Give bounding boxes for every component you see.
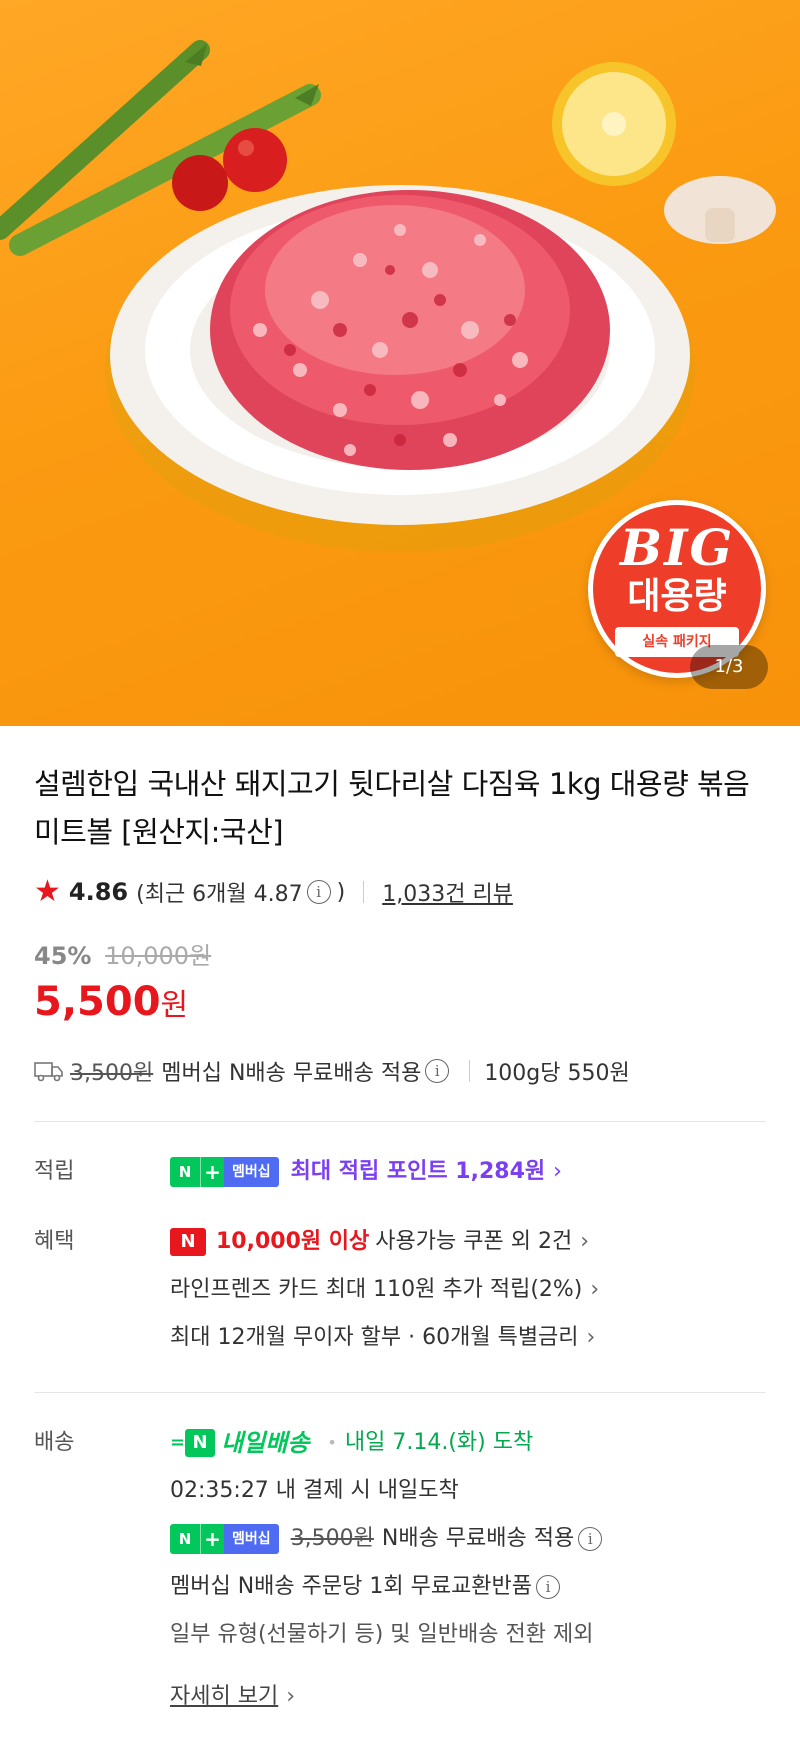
chevron-right-icon: › — [553, 1159, 562, 1184]
badge-big-text: BIG — [619, 518, 735, 577]
discount-percent: 45% — [34, 942, 92, 970]
section-divider — [34, 1121, 766, 1122]
speed-lines-icon: = — [170, 1432, 185, 1453]
info-icon[interactable]: i — [306, 880, 331, 904]
benefits-row: 혜택 N 10,000원 이상 사용가능 쿠폰 외 2건 › 라인프렌즈 카드 … — [34, 1218, 766, 1362]
next-day-delivery-text: 내일배송 — [221, 1429, 310, 1457]
card-benefit-link[interactable]: 라인프렌즈 카드 최대 110원 추가 적립(2%) › — [170, 1266, 766, 1314]
shipping-text: 멤버십 N배송 무료배송 적용 — [161, 1061, 422, 1086]
more-details-link-row[interactable]: 자세히 보기 › — [170, 1673, 766, 1721]
badge-volume-text: 대용량 — [627, 576, 727, 617]
benefit-details: 적립 N + 멤버십 최대 적립 포인트 1,284원 › 혜택 N 10,00… — [0, 1148, 800, 1362]
free-shipping-text: N배송 무료배송 적용 — [381, 1526, 575, 1551]
plus-icon: + — [200, 1524, 224, 1554]
coupon-text: 사용가능 쿠폰 외 2건 — [375, 1229, 573, 1254]
more-details-link[interactable]: 자세히 보기 — [170, 1673, 278, 1721]
max-points-text: 최대 적립 포인트 1,284원 — [290, 1159, 546, 1184]
product-title: 설렘한입 국내산 돼지고기 뒷다리살 다짐육 1kg 대용량 볶음 미트볼 [원… — [34, 767, 750, 849]
delivery-details: 배송 = N 내일배송 • 내일 7.14.(화) 도착 02:35:27 내 … — [0, 1419, 800, 1721]
chevron-right-icon: › — [580, 1229, 589, 1254]
rating-row: ★ 4.86 (최근 6개월 4.87 i ) 1,033건 리뷰 — [34, 876, 766, 908]
sale-price-unit: 원 — [160, 988, 189, 1023]
chevron-right-icon: › — [586, 1325, 596, 1350]
product-image-carousel[interactable]: BIG 대용량 실속 패키지 1/3 — [0, 0, 800, 726]
naver-n-icon: N — [185, 1429, 216, 1457]
dot-separator: • — [327, 1433, 337, 1452]
product-info: 설렘한입 국내산 돼지고기 뒷다리살 다짐육 1kg 대용량 볶음 미트볼 [원… — [0, 760, 800, 1087]
truck-icon — [34, 1062, 63, 1082]
shipping-row: 3,500원 멤버십 N배송 무료배송 적용 i 100g당 550원 — [34, 1055, 766, 1087]
unit-price: 100g당 550원 — [484, 1061, 630, 1086]
star-icon: ★ — [34, 874, 61, 909]
shipping-fee-original: 3,500원 — [70, 1061, 154, 1086]
coupon-link[interactable]: N 10,000원 이상 사용가능 쿠폰 외 2건 › — [170, 1218, 766, 1266]
carousel-page-indicator: 1/3 — [690, 645, 768, 689]
points-link[interactable]: N + 멤버십 최대 적립 포인트 1,284원 › — [170, 1148, 766, 1196]
naver-n-icon: N — [170, 1157, 200, 1187]
discount-row: 45% 10,000원 — [34, 936, 766, 971]
membership-label: 멤버십 — [224, 1524, 279, 1554]
original-price: 10,000원 — [105, 942, 212, 970]
chevron-right-icon: › — [286, 1684, 296, 1709]
sale-price: 5,500원 — [34, 979, 766, 1025]
exchange-text: 멤버십 N배송 주문당 1회 무료교환반품 — [170, 1574, 533, 1599]
countdown-text: 02:35:27 내 결제 시 내일도착 — [170, 1478, 459, 1503]
rating-value: 4.86 — [68, 878, 129, 906]
installment-text: 최대 12개월 무이자 할부 · 60개월 특별금리 — [170, 1325, 579, 1350]
benefits-label: 혜택 — [34, 1229, 75, 1254]
info-icon[interactable]: i — [536, 1575, 561, 1599]
delivery-label: 배송 — [34, 1430, 75, 1455]
exclusion-text: 일부 유형(선물하기 등) 및 일반배송 전환 제외 — [170, 1622, 594, 1647]
shipping-fee-original: 3,500원 — [290, 1526, 374, 1551]
recent-rating-close: ) — [336, 879, 346, 905]
next-day-delivery-logo: = N 내일배송 — [170, 1419, 309, 1467]
naver-plus-membership-badge: N + 멤버십 — [170, 1524, 279, 1554]
coupon-highlight: 10,000원 이상 — [216, 1229, 370, 1254]
divider — [469, 1060, 471, 1082]
review-count-link[interactable]: 1,033건 리뷰 — [382, 876, 513, 908]
free-shipping-line: N + 멤버십 3,500원 N배송 무료배송 적용 i — [170, 1515, 766, 1563]
naver-n-icon: N — [170, 1524, 200, 1554]
points-label: 적립 — [34, 1159, 75, 1184]
points-row: 적립 N + 멤버십 최대 적립 포인트 1,284원 › — [34, 1148, 766, 1196]
delivery-row: 배송 = N 내일배송 • 내일 7.14.(화) 도착 02:35:27 내 … — [34, 1419, 766, 1721]
naver-plus-membership-badge: N + 멤버십 — [170, 1157, 279, 1187]
next-day-delivery-line: = N 내일배송 • 내일 7.14.(화) 도착 — [170, 1419, 766, 1467]
plus-icon: + — [200, 1157, 224, 1187]
info-icon[interactable]: i — [578, 1527, 603, 1551]
card-benefit-text: 라인프렌즈 카드 최대 110원 추가 적립(2%) — [170, 1277, 583, 1302]
divider — [363, 881, 365, 903]
chevron-right-icon: › — [590, 1277, 600, 1302]
arrival-date: 내일 7.14.(화) 도착 — [344, 1430, 534, 1455]
section-divider — [34, 1392, 766, 1393]
exchange-line: 멤버십 N배송 주문당 1회 무료교환반품 i — [170, 1563, 766, 1611]
installment-link[interactable]: 최대 12개월 무이자 할부 · 60개월 특별금리 › — [170, 1314, 766, 1362]
info-icon[interactable]: i — [425, 1059, 450, 1083]
naver-n-icon: N — [170, 1228, 206, 1256]
recent-rating-text: (최근 6개월 4.87 — [136, 882, 303, 907]
sale-price-value: 5,500 — [34, 979, 161, 1025]
membership-label: 멤버십 — [224, 1157, 279, 1187]
